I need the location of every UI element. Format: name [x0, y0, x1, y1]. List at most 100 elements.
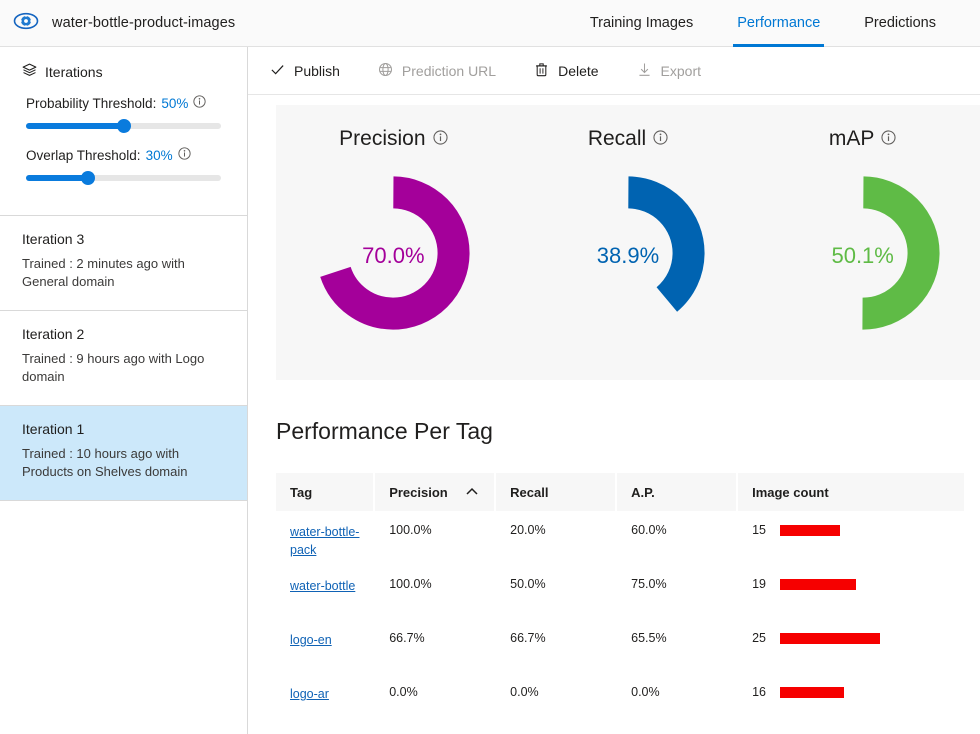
iteration-name: Iteration 1	[22, 420, 85, 437]
metric-precision: Precision 70.0%	[276, 105, 511, 338]
probability-threshold-slider[interactable]	[26, 118, 221, 134]
slider-thumb[interactable]	[116, 119, 131, 133]
info-icon[interactable]	[177, 147, 191, 163]
metric-precision-label: Precision	[339, 127, 426, 150]
slider-fill	[26, 123, 124, 129]
info-icon[interactable]	[653, 127, 668, 151]
info-icon[interactable]	[193, 95, 206, 111]
table-header-row: Tag Precision Recall A.P. Image count	[276, 473, 966, 511]
cell-tag: logo-en	[276, 619, 373, 673]
metrics-summary-panel: Precision 70.0% Recall 38.9% mAP 50.1%	[276, 105, 980, 380]
image-count-value: 16	[752, 685, 766, 699]
metric-map-title-row: mAP	[829, 127, 897, 151]
column-header-tag[interactable]: Tag	[276, 473, 374, 511]
image-count-value: 25	[752, 631, 766, 645]
iterations-label: Iterations	[45, 64, 103, 80]
iteration-detail: Trained : 9 hours ago with Logo domain	[22, 350, 205, 385]
cell-precision: 100.0%	[389, 577, 432, 591]
overlap-threshold-label: Overlap Threshold: 30%	[26, 147, 221, 163]
list-item-iteration-2[interactable]: Iteration 2 Trained : 9 hours ago with L…	[0, 311, 247, 406]
action-toolbar: Publish Prediction URL Delete Export	[248, 47, 980, 95]
recall-value: 38.9%	[596, 242, 660, 268]
table-row[interactable]: logo-ar 0.0% 0.0% 0.0% 16	[276, 673, 966, 727]
cell-recall: 0.0%	[510, 685, 539, 699]
export-label: Export	[660, 62, 702, 79]
top-bar: water-bottle-product-images Training Ima…	[0, 0, 980, 47]
threshold-controls: Probability Threshold: 50% Overlap Thres…	[0, 81, 247, 215]
image-count-bar	[780, 687, 845, 698]
column-header-recall[interactable]: Recall	[496, 473, 616, 511]
globe-icon	[378, 62, 393, 80]
overlap-threshold-text: Overlap Threshold:	[26, 147, 141, 163]
probability-threshold-text: Probability Threshold:	[26, 95, 157, 111]
column-header-ap[interactable]: A.P.	[617, 473, 737, 511]
cell-ap: 75.0%	[631, 577, 667, 591]
tag-link[interactable]: water-bottle	[290, 577, 355, 595]
publish-label: Publish	[294, 62, 340, 79]
column-header-precision[interactable]: Precision	[375, 473, 495, 511]
caret-up-icon	[466, 485, 478, 499]
delete-label: Delete	[558, 62, 599, 79]
tab-training-images[interactable]: Training Images	[568, 0, 715, 47]
list-item-iteration-3[interactable]: Iteration 3 Trained : 2 minutes ago with…	[0, 216, 247, 311]
custom-vision-eye-icon	[13, 12, 39, 35]
map-donut-chart: 50.1%	[783, 173, 943, 338]
metric-map-label: mAP	[828, 127, 875, 150]
prediction-url-label: Prediction URL	[401, 62, 497, 79]
publish-button[interactable]: Publish	[270, 62, 340, 80]
cell-recall: 20.0%	[510, 523, 546, 537]
iteration-detail: Trained : 10 hours ago with Products on …	[22, 445, 188, 480]
iteration-detail: Trained : 2 minutes ago with General dom…	[22, 256, 185, 290]
image-count-bar	[780, 579, 857, 590]
delete-button[interactable]: Delete	[534, 62, 599, 80]
iterations-header: Iterations	[0, 47, 247, 81]
info-icon[interactable]	[881, 127, 897, 151]
iteration-name: Iteration 2	[22, 325, 85, 342]
probability-threshold-label: Probability Threshold: 50%	[26, 95, 221, 111]
table-row[interactable]: water-bottle 100.0% 50.0% 75.0% 19	[276, 565, 966, 619]
metric-recall: Recall 38.9%	[511, 105, 746, 338]
page-title: water-bottle-product-images	[52, 15, 236, 31]
table-row[interactable]: logo-en 66.7% 66.7% 65.5% 25	[276, 619, 966, 673]
cell-precision: 66.7%	[389, 631, 425, 645]
metric-map: mAP 50.1%	[745, 105, 980, 338]
tab-performance[interactable]: Performance	[715, 0, 842, 47]
cell-ap: 60.0%	[631, 523, 667, 537]
image-count-bar	[780, 633, 881, 644]
tag-link[interactable]: logo-en	[290, 631, 332, 649]
cell-tag: logo-ar	[276, 673, 373, 727]
trash-icon	[534, 62, 549, 80]
image-count-bar	[780, 525, 841, 536]
info-icon[interactable]	[432, 127, 448, 151]
column-header-precision-label: Precision	[389, 484, 448, 500]
export-button[interactable]: Export	[637, 62, 701, 80]
layers-icon	[22, 63, 37, 81]
tag-link[interactable]: logo-ar	[290, 685, 329, 703]
tab-predictions[interactable]: Predictions	[842, 0, 958, 47]
cell-recall: 66.7%	[510, 631, 546, 645]
performance-per-tag-table: Tag Precision Recall A.P. Image count wa…	[276, 473, 966, 727]
overlap-threshold-slider[interactable]	[26, 170, 221, 186]
iterations-sidebar: Iterations Probability Threshold: 50% Ov…	[0, 47, 248, 734]
metric-recall-title-row: Recall	[588, 127, 668, 151]
cell-image-count: 19	[738, 565, 964, 619]
precision-donut-chart: 70.0%	[313, 173, 473, 338]
cell-tag: water-bottle-pack	[276, 511, 373, 565]
tag-link[interactable]: water-bottle-pack	[290, 523, 362, 559]
column-header-image-count[interactable]: Image count	[738, 473, 965, 511]
cell-ap: 65.5%	[631, 631, 667, 645]
app-logo[interactable]	[0, 12, 52, 35]
performance-per-tag-title: Performance Per Tag	[276, 418, 493, 444]
main-content: Publish Prediction URL Delete Export Pre…	[248, 47, 980, 734]
recall-donut-chart: 38.9%	[548, 173, 708, 338]
prediction-url-button[interactable]: Prediction URL	[378, 62, 496, 80]
table-body: water-bottle-pack 100.0% 20.0% 60.0% 15 …	[276, 511, 966, 727]
cell-recall: 50.0%	[510, 577, 546, 591]
cell-image-count: 15	[738, 511, 964, 565]
iteration-name: Iteration 3	[22, 231, 85, 247]
slider-thumb[interactable]	[81, 171, 96, 185]
cell-precision: 0.0%	[389, 685, 418, 699]
cell-ap: 0.0%	[631, 685, 660, 699]
list-item-iteration-1[interactable]: Iteration 1 Trained : 10 hours ago with …	[0, 405, 247, 501]
table-row[interactable]: water-bottle-pack 100.0% 20.0% 60.0% 15	[276, 511, 966, 565]
